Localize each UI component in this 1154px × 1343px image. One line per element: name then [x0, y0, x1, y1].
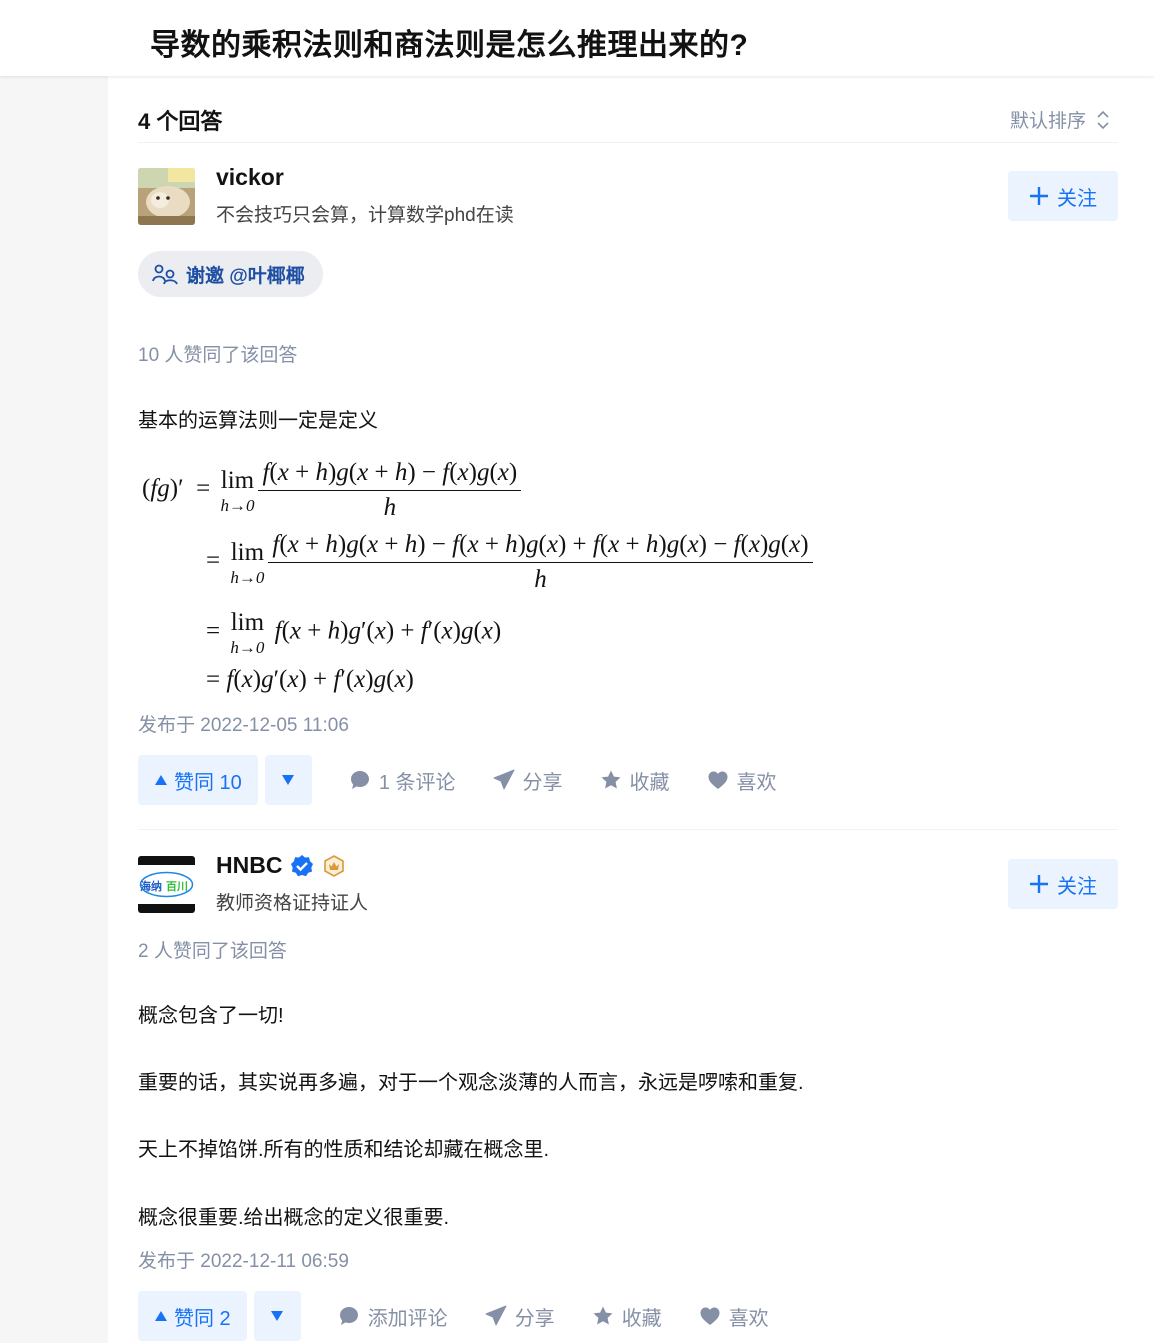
star-icon: [593, 1306, 613, 1325]
star-icon: [601, 770, 620, 789]
author-bio: 不会技巧只会算，计算数学phd在读: [216, 205, 514, 226]
creator-badge-icon: [324, 854, 345, 877]
question-title: 导数的乘积法则和商法则是怎么推理出来的?: [150, 29, 749, 62]
answer-count: 4 个回答: [138, 109, 223, 134]
math-line: = lim h→0 f(x + h)g′(x) + f′(x)g(x): [206, 609, 502, 657]
answer-paragraph: 概念包含了一切!: [138, 1005, 284, 1027]
math-line: = lim h→0 f(x + h)g(x + h) − f(x + h)g(x) …: [206, 528, 813, 593]
answer-paragraph: 概念很重要.给出概念的定义很重要.: [138, 1207, 450, 1229]
answers-header: 4 个回答 默认排序: [138, 90, 1118, 143]
math-line: (fg)′ = lim h→0 f(x + h)g(x + h) − f(x)g(x…: [142, 456, 522, 521]
publish-date[interactable]: 发布于 2022-12-11 06:59: [138, 1246, 349, 1273]
math-formula: (fg)′ = lim h→0 f(x + h)g(x + h) − f(x)g(x…: [142, 456, 1042, 696]
upvote-count: 10 人赞同了该回答: [138, 345, 298, 366]
invite-chip[interactable]: 谢邀 @叶椰椰: [138, 251, 323, 297]
publish-date[interactable]: 发布于 2022-12-05 11:06: [138, 710, 349, 737]
collect-button[interactable]: 收藏: [600, 766, 670, 795]
plus-icon: [1030, 875, 1048, 893]
share-button[interactable]: 分享: [493, 766, 563, 795]
answer-paragraph: 重要的话，其实说再多遍，对于一个观念淡薄的人而言，永远是啰嗦和重复.: [138, 1072, 804, 1094]
author-bio: 教师资格证持证人: [216, 893, 369, 914]
share-icon: [485, 1305, 507, 1326]
share-icon: [493, 769, 514, 790]
author-name[interactable]: HNBC: [216, 852, 346, 879]
answer-actions: 赞同 10 1 条评论 分享 收藏 喜欢: [138, 755, 777, 805]
answer-paragraph: 基本的运算法则一定是定义: [138, 410, 378, 432]
author-name[interactable]: vickor: [216, 164, 284, 191]
answer-paragraph: 天上不掉馅饼.所有的性质和结论却藏在概念里.: [138, 1139, 550, 1161]
sort-chevron-icon: [1097, 110, 1109, 129]
like-button[interactable]: 喜欢: [707, 766, 777, 795]
math-line: = f(x)g′(x) + f′(x)g(x): [206, 666, 414, 693]
plus-icon: [1030, 187, 1048, 205]
share-button[interactable]: 分享: [485, 1302, 555, 1331]
heart-icon: [708, 771, 727, 789]
comment-button[interactable]: 添加评论: [338, 1302, 448, 1331]
verified-badge-icon: [291, 854, 314, 876]
question-header: 导数的乘积法则和商法则是怎么推理出来的?: [0, 0, 1154, 76]
vote-down-button[interactable]: [253, 1291, 301, 1341]
answer-author: 海纳 百川 HNBC 教师资格证持证人 关注: [138, 852, 1118, 916]
svg-text:百川: 百川: [166, 880, 188, 893]
comment-button[interactable]: 1 条评论: [349, 766, 456, 795]
collect-button[interactable]: 收藏: [592, 1302, 662, 1331]
follow-button[interactable]: 关注: [1008, 171, 1118, 221]
comment-icon: [350, 771, 369, 789]
answer-divider: [138, 829, 1118, 830]
triangle-down-icon: [271, 1311, 284, 1321]
upvote-count: 2 人赞同了该回答: [138, 941, 287, 962]
avatar[interactable]: 海纳 百川: [138, 856, 195, 913]
follow-button[interactable]: 关注: [1008, 859, 1118, 909]
sort-label: 默认排序: [1009, 111, 1086, 132]
answers-list: 4 个回答 默认排序 vickor 不会技巧只会算，计算数学phd在读 关注 谢…: [108, 76, 1154, 1343]
triangle-up-icon: [155, 775, 167, 785]
invite-icon: [152, 264, 178, 285]
triangle-up-icon: [155, 1311, 167, 1321]
vote-up-button[interactable]: 赞同 2: [138, 1291, 247, 1341]
triangle-down-icon: [282, 775, 295, 785]
heart-icon: [700, 1307, 720, 1325]
answer-author: vickor 不会技巧只会算，计算数学phd在读 关注: [138, 164, 1118, 228]
avatar-logo-text: 海纳: [140, 879, 162, 893]
avatar[interactable]: [138, 168, 195, 225]
sort-dropdown[interactable]: 默认排序: [1010, 106, 1110, 133]
like-button[interactable]: 喜欢: [699, 1302, 769, 1331]
answer-actions: 赞同 2 添加评论 分享 收藏 喜欢: [138, 1291, 769, 1341]
vote-down-button[interactable]: [264, 755, 312, 805]
vote-up-button[interactable]: 赞同 10: [138, 755, 258, 805]
comment-icon: [339, 1307, 358, 1325]
